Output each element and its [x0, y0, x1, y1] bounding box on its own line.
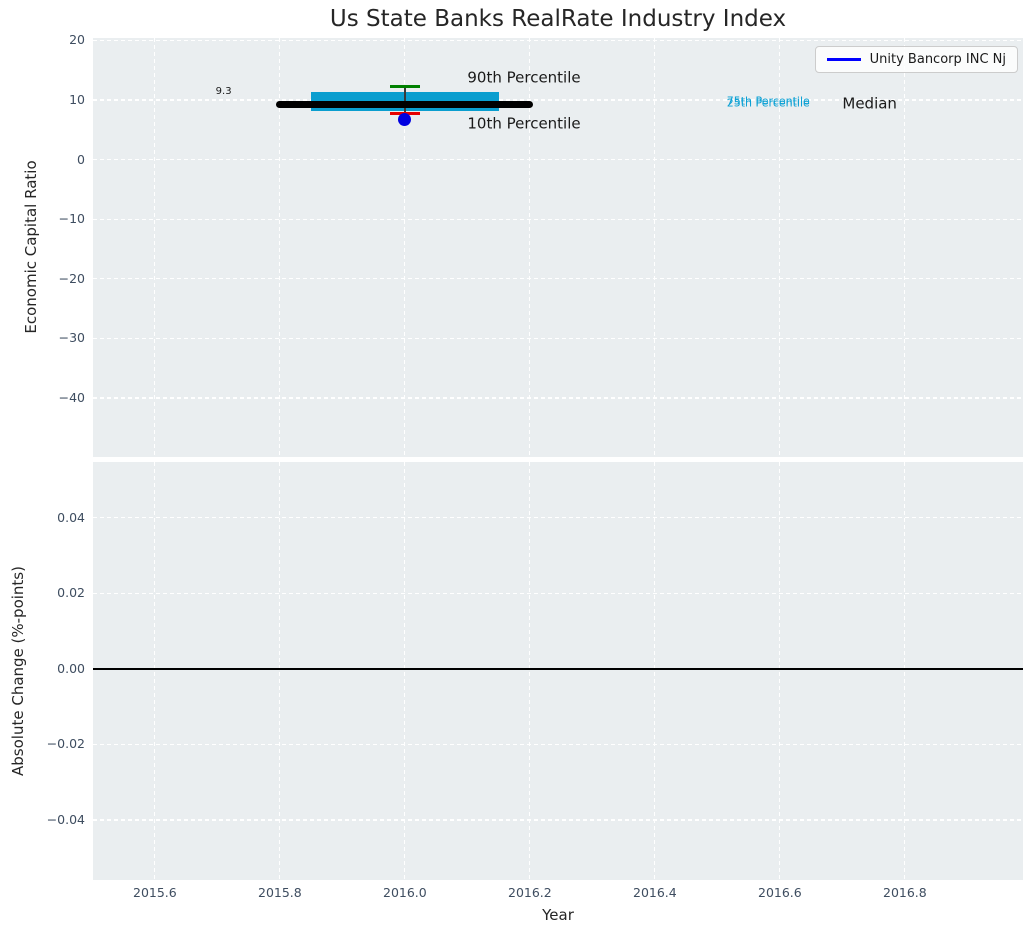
- x-tick-label: 2015.8: [258, 887, 302, 900]
- gridline-vertical: [529, 462, 530, 880]
- chart-figure: Us State Banks RealRate Industry Index E…: [0, 0, 1034, 942]
- y-tick-label: 0.04: [0, 512, 85, 525]
- x-tick-label: 2015.6: [133, 887, 177, 900]
- y-tick-label: 10: [0, 94, 85, 107]
- annotation-10th-percentile: 10th Percentile: [467, 116, 580, 131]
- legend: Unity Bancorp INC Nj: [815, 46, 1018, 73]
- median-line: [276, 101, 533, 108]
- gridline-horizontal: [93, 397, 1023, 398]
- x-tick-label: 2016.0: [383, 887, 427, 900]
- gridline-vertical: [654, 462, 655, 880]
- gridline-vertical: [904, 462, 905, 880]
- gridline-horizontal: [93, 819, 1023, 820]
- y-tick-label: −40: [0, 392, 85, 405]
- annotation-25th-percentile: 25th Percentile: [727, 97, 810, 108]
- gridline-vertical: [154, 38, 155, 457]
- gridline-vertical: [279, 462, 280, 880]
- annotation-90th-percentile: 90th Percentile: [467, 70, 580, 85]
- y-tick-label: 0: [0, 153, 85, 166]
- y-tick-label: −10: [0, 213, 85, 226]
- y-tick-label: −0.02: [0, 738, 85, 751]
- x-tick-label: 2016.4: [633, 887, 677, 900]
- chart-title: Us State Banks RealRate Industry Index: [93, 6, 1023, 32]
- gridline-horizontal: [93, 338, 1023, 339]
- gridline-vertical: [154, 462, 155, 880]
- y-tick-label: 20: [0, 34, 85, 47]
- plot-area-absolute-change: [93, 462, 1023, 880]
- gridline-horizontal: [93, 40, 1023, 41]
- gridline-horizontal: [93, 159, 1023, 160]
- p90-cap: [390, 85, 420, 88]
- x-tick-label: 2016.2: [508, 887, 552, 900]
- zero-reference-line: [93, 668, 1023, 670]
- x-axis-label-year: Year: [93, 906, 1023, 924]
- y-tick-label: 0.00: [0, 663, 85, 676]
- legend-label: Unity Bancorp INC Nj: [870, 52, 1006, 67]
- gridline-vertical: [404, 462, 405, 880]
- x-tick-label: 2016.6: [758, 887, 802, 900]
- gridline-vertical: [904, 38, 905, 457]
- gridline-horizontal: [93, 593, 1023, 594]
- x-tick-label: 2016.8: [883, 887, 927, 900]
- y-tick-label: 0.02: [0, 587, 85, 600]
- gridline-horizontal: [93, 744, 1023, 745]
- y-tick-label: −30: [0, 332, 85, 345]
- gridline-horizontal: [93, 219, 1023, 220]
- gridline-horizontal: [93, 517, 1023, 518]
- y-tick-label: −0.04: [0, 814, 85, 827]
- legend-line-sample: [827, 58, 861, 61]
- gridline-vertical: [654, 38, 655, 457]
- annotation-9-3: 9.3: [216, 87, 232, 97]
- gridline-horizontal: [93, 278, 1023, 279]
- gridline-vertical: [779, 462, 780, 880]
- y-axis-label-economic-capital-ratio: Economic Capital Ratio: [22, 160, 40, 333]
- y-tick-label: −20: [0, 273, 85, 286]
- annotation-median: Median: [842, 97, 897, 112]
